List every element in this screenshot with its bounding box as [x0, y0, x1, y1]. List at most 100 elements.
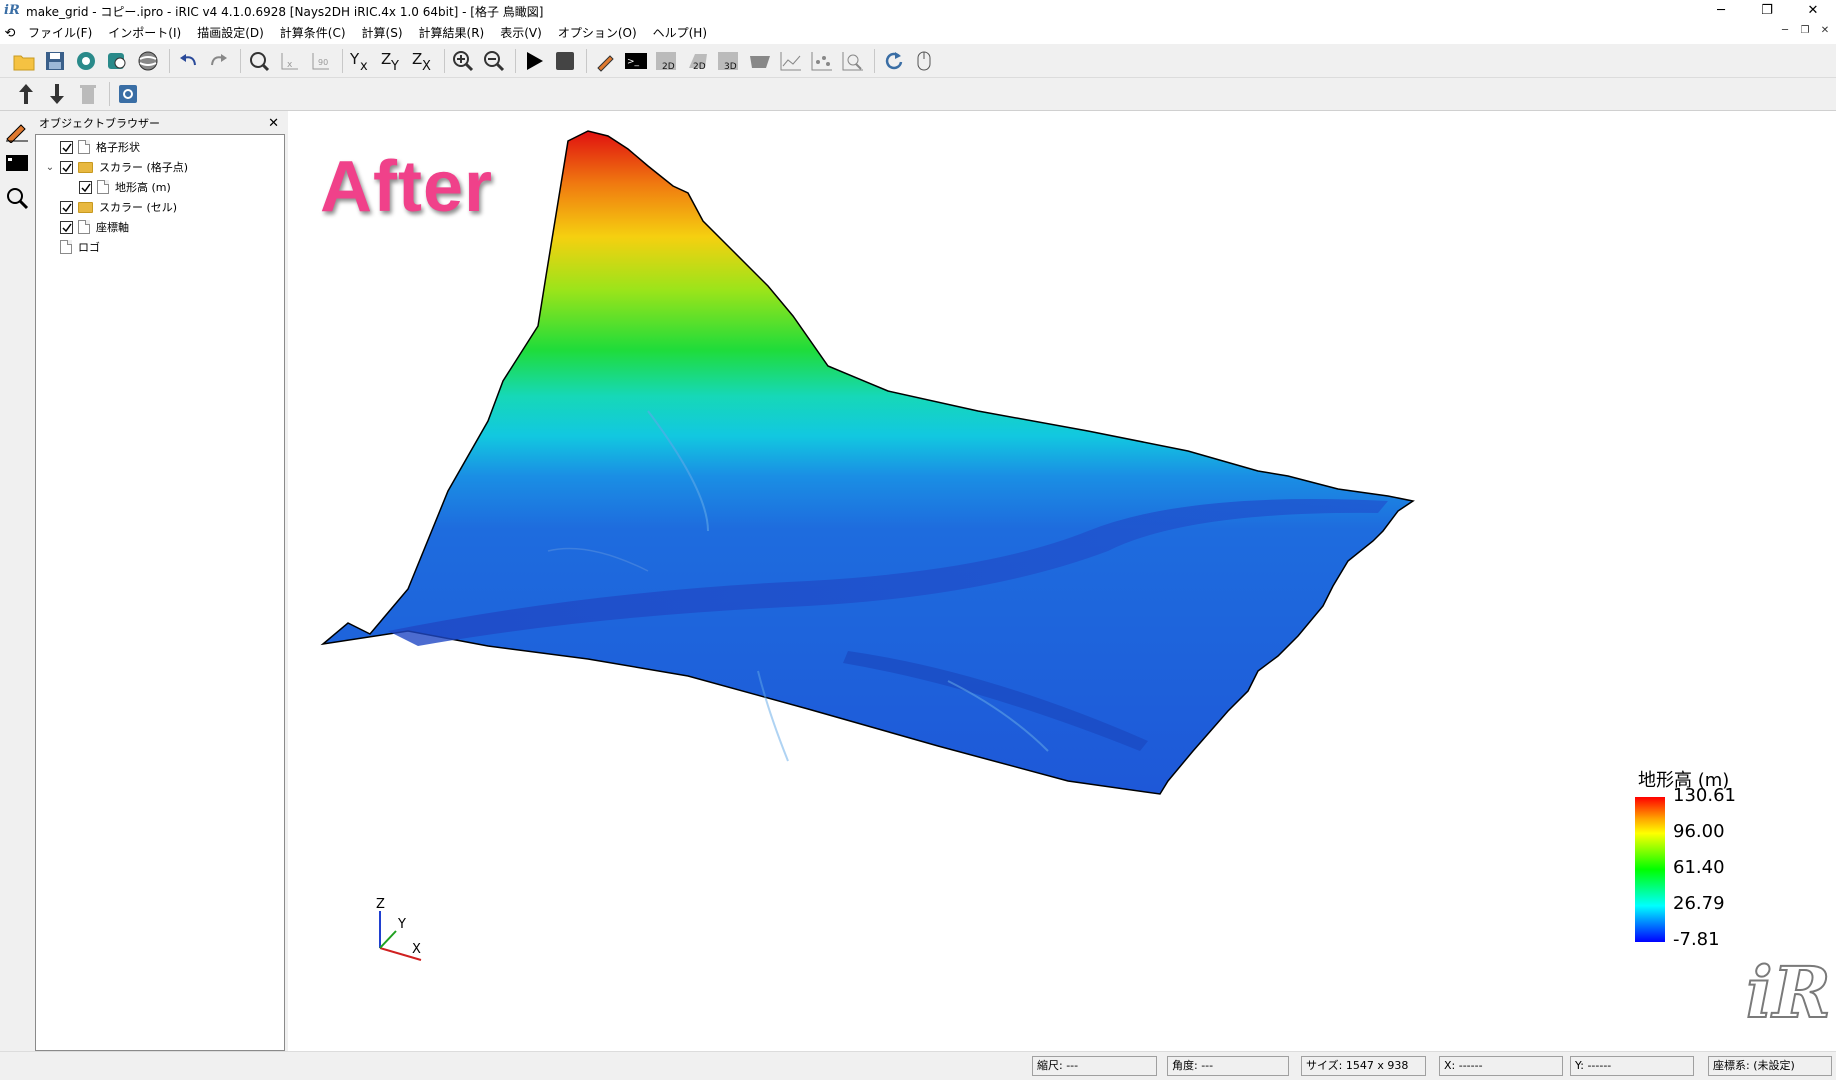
- run-icon[interactable]: [520, 47, 548, 75]
- undo-icon[interactable]: [174, 47, 202, 75]
- redo-icon[interactable]: [205, 47, 233, 75]
- panel-close-icon[interactable]: ✕: [268, 116, 279, 131]
- menu-import[interactable]: インポート(I): [100, 22, 189, 44]
- axes-indicator: Z Y X: [376, 897, 422, 961]
- legend-tick: 26.79: [1673, 893, 1725, 914]
- document-icon: [97, 180, 109, 194]
- tree-item-logo[interactable]: ロゴ: [36, 237, 284, 257]
- graph-icon[interactable]: [777, 47, 805, 75]
- tree-item-scalar-node[interactable]: ⌄ スカラー (格子点): [36, 157, 284, 177]
- mdi-restore-icon[interactable]: ❐: [1798, 24, 1812, 38]
- object-browser-header: オブジェクトブラウザー ✕: [35, 113, 285, 133]
- continuous-snapshot-icon[interactable]: [103, 47, 131, 75]
- tree-item-scalar-cell[interactable]: スカラー (セル): [36, 197, 284, 217]
- minimize-icon[interactable]: ─: [1698, 0, 1744, 22]
- pencil-icon[interactable]: [591, 47, 619, 75]
- system-menu-icon[interactable]: ⟲: [0, 26, 20, 41]
- menu-draw-settings[interactable]: 描画設定(D): [189, 22, 272, 44]
- zoom-in-icon[interactable]: [449, 47, 477, 75]
- zoom-out-icon[interactable]: [480, 47, 508, 75]
- menu-view[interactable]: 表示(V): [492, 22, 550, 44]
- message-window-icon[interactable]: [2, 149, 32, 179]
- stop-icon[interactable]: [551, 47, 579, 75]
- axis-x-label: X: [412, 942, 421, 957]
- console-icon[interactable]: >_: [622, 47, 650, 75]
- after-overlay-label: After: [320, 147, 494, 227]
- surface-icon[interactable]: [746, 47, 774, 75]
- svg-text:x: x: [360, 59, 368, 72]
- edit-pencil-icon[interactable]: [2, 115, 32, 145]
- view-yx-icon[interactable]: Yx: [347, 47, 375, 75]
- window-controls: ─ ❐ ✕: [1698, 0, 1836, 22]
- toolbar-separator: [586, 48, 587, 73]
- menu-help[interactable]: ヘルプ(H): [645, 22, 715, 44]
- reset-rotation-icon[interactable]: x: [276, 47, 304, 75]
- toolbar-separator: [240, 48, 241, 73]
- iric-app-icon: iR: [4, 3, 20, 18]
- google-earth-icon[interactable]: [134, 47, 162, 75]
- legend-tick: 96.00: [1673, 821, 1725, 842]
- save-icon[interactable]: [41, 47, 69, 75]
- view-zy-icon[interactable]: ZY: [378, 47, 406, 75]
- birdseye-viewport[interactable]: Z Y X After 地形高 (m) 130.61 96.00 61.40 2…: [288, 111, 1836, 1051]
- tree-item-elevation[interactable]: 地形高 (m): [36, 177, 284, 197]
- window-title: make_grid - コピー.ipro - iRIC v4 4.1.0.692…: [26, 4, 544, 19]
- iric-main-window: iR make_grid - コピー.ipro - iRIC v4 4.1.0.…: [0, 0, 1836, 1080]
- legend-tick: 61.40: [1673, 857, 1725, 878]
- move-up-icon[interactable]: [12, 80, 40, 108]
- chevron-down-icon[interactable]: ⌄: [44, 162, 56, 173]
- svg-text:Y: Y: [390, 59, 399, 72]
- attribute-browser-icon[interactable]: [2, 183, 32, 213]
- svg-text:3D: 3D: [724, 62, 737, 72]
- scatter-graph-icon[interactable]: [808, 47, 836, 75]
- open-folder-icon[interactable]: [10, 47, 38, 75]
- title-bar: iR make_grid - コピー.ipro - iRIC v4 4.1.0.…: [0, 0, 1836, 22]
- status-y: Y: ------: [1570, 1056, 1694, 1076]
- checkbox[interactable]: [60, 220, 73, 234]
- close-icon[interactable]: ✕: [1790, 0, 1836, 22]
- legend-tick: -7.81: [1673, 929, 1720, 950]
- folder-icon: [78, 161, 93, 173]
- checkbox[interactable]: [60, 140, 73, 154]
- status-x: X: ------: [1439, 1056, 1563, 1076]
- tree-item-label: スカラー (格子点): [99, 161, 189, 174]
- 2d-birdseye-post-icon[interactable]: 2D: [684, 47, 712, 75]
- document-icon: [60, 240, 72, 254]
- menu-bar: ⟲ ファイル(F) インポート(I) 描画設定(D) 計算条件(C) 計算(S)…: [0, 22, 1836, 44]
- tree-item-label: ロゴ: [78, 241, 100, 254]
- terrain-surface: Z Y X: [320, 130, 1415, 961]
- checkbox[interactable]: [60, 160, 73, 174]
- object-tree: 格子形状 ⌄ スカラー (格子点) 地形高 (m) スカラー (セル) 座標軸 …: [35, 134, 285, 1051]
- restore-icon[interactable]: ❐: [1744, 0, 1790, 22]
- properties-icon[interactable]: [114, 80, 142, 108]
- checkbox[interactable]: [60, 200, 73, 214]
- menu-calc-results[interactable]: 計算結果(R): [411, 22, 493, 44]
- 3d-post-icon[interactable]: 3D: [715, 47, 743, 75]
- snapshot-icon[interactable]: [72, 47, 100, 75]
- menu-file[interactable]: ファイル(F): [20, 22, 100, 44]
- view-zx-icon[interactable]: ZX: [409, 47, 437, 75]
- delete-icon[interactable]: [74, 80, 102, 108]
- move-down-icon[interactable]: [43, 80, 71, 108]
- mdi-minimize-icon[interactable]: ─: [1778, 24, 1792, 38]
- tree-item-grid-shape[interactable]: 格子形状: [36, 137, 284, 157]
- rotate-90-icon[interactable]: 90: [307, 47, 335, 75]
- menu-calc-conditions[interactable]: 計算条件(C): [272, 22, 354, 44]
- tree-item-label: 格子形状: [96, 141, 140, 154]
- status-scale: 縮尺: ---: [1032, 1056, 1157, 1076]
- checkbox[interactable]: [79, 180, 92, 194]
- legend-tick: 130.61: [1673, 785, 1736, 806]
- svg-text:2D: 2D: [693, 62, 706, 72]
- mouse-help-icon[interactable]: [910, 47, 938, 75]
- fit-view-icon[interactable]: [245, 47, 273, 75]
- status-bar: 縮尺: --- 角度: --- サイズ: 1547 x 938 X: -----…: [0, 1051, 1836, 1080]
- refresh-icon[interactable]: [879, 47, 907, 75]
- menu-options[interactable]: オプション(O): [550, 22, 645, 44]
- 2d-post-icon[interactable]: 2D: [653, 47, 681, 75]
- tree-item-label: 地形高 (m): [115, 181, 171, 194]
- graph-zoom-icon[interactable]: [839, 47, 867, 75]
- menu-calculation[interactable]: 計算(S): [354, 22, 411, 44]
- tree-item-axes[interactable]: 座標軸: [36, 217, 284, 237]
- iric-logo: iR: [1745, 950, 1832, 1035]
- mdi-close-icon[interactable]: ✕: [1818, 24, 1832, 38]
